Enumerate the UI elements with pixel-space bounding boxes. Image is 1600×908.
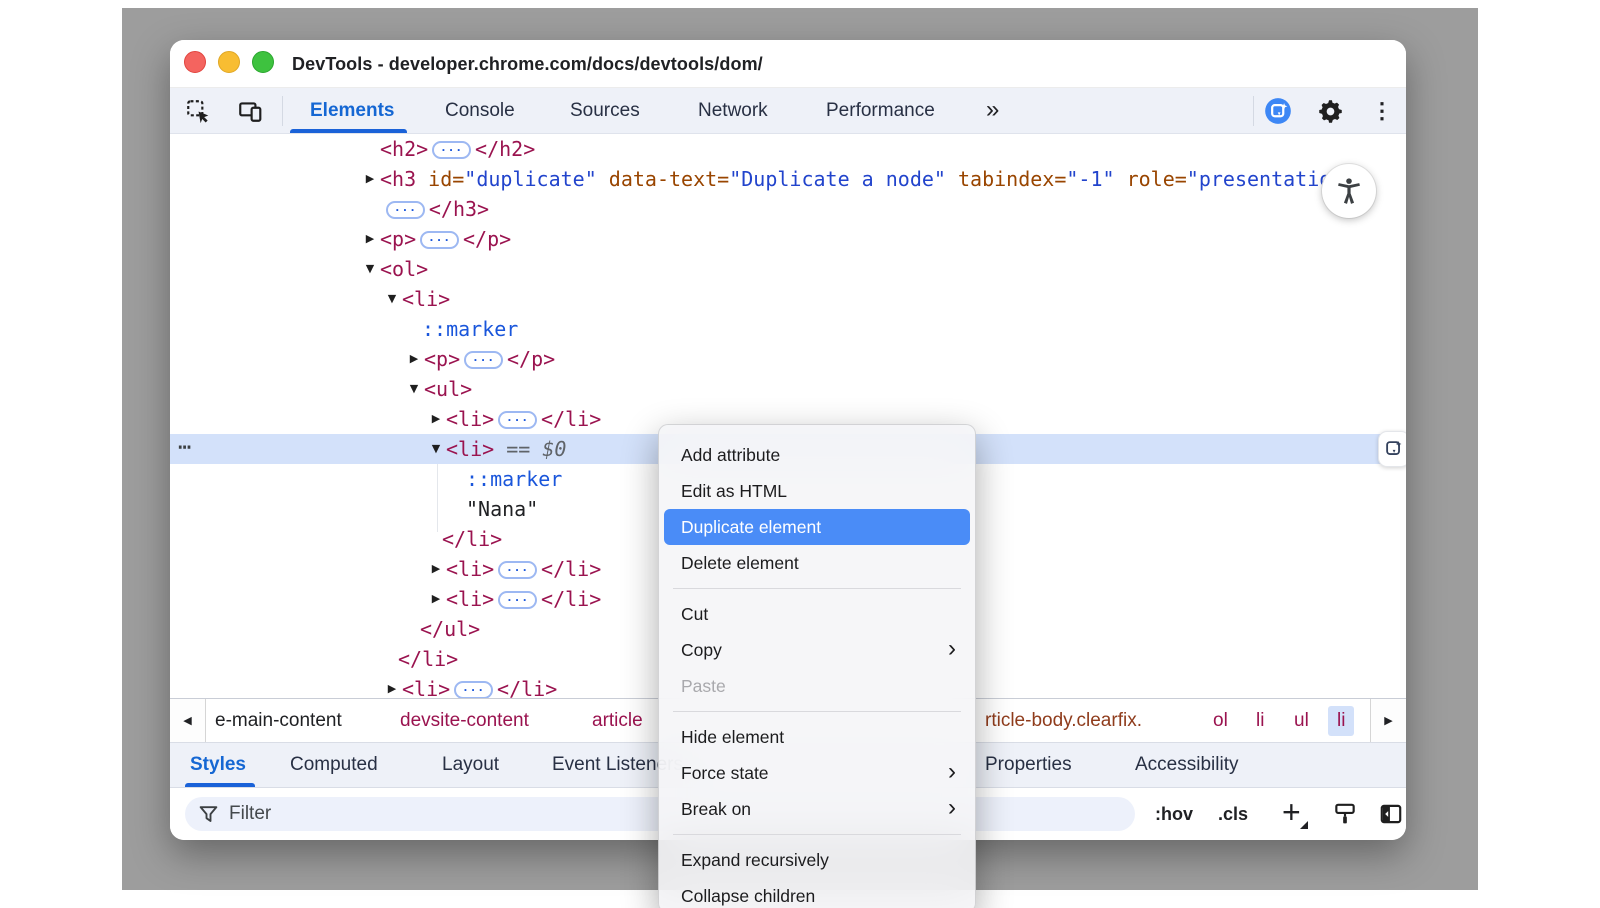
node-menu-dots-icon[interactable]: ⋯ [178,434,192,462]
inline-expand-icon[interactable] [432,141,471,159]
tab-console[interactable]: Console [445,88,515,133]
menu-item-cut[interactable]: Cut [664,596,970,632]
tree-row-clipped[interactable]: <h2></h2> [170,134,1406,164]
ai-node-badge-button[interactable] [1378,431,1406,467]
tree-row-h3[interactable]: <h3 id="duplicate" data-text="Duplicate … [170,164,1406,194]
toolbar-divider-right [1253,96,1254,126]
accessibility-overlay-icon[interactable] [1322,164,1376,218]
crumb-li[interactable]: li [1256,706,1264,736]
tab-styles[interactable]: Styles [190,743,246,787]
inline-expand-icon[interactable] [498,591,537,609]
context-menu: Add attribute Edit as HTML Duplicate ele… [658,424,976,908]
ai-assistance-icon[interactable] [1264,97,1292,125]
inspect-element-icon[interactable] [184,97,212,125]
menu-divider [673,588,961,589]
collapse-arrow-icon[interactable] [361,254,379,284]
toggle-element-classes[interactable]: .cls [1218,788,1248,840]
inline-expand-icon[interactable] [464,351,503,369]
tab-elements[interactable]: Elements [310,88,394,133]
expand-arrow-icon[interactable] [383,674,401,698]
menu-item-edit-as-html[interactable]: Edit as HTML [664,473,970,509]
tree-row-p[interactable]: <p></p> [170,344,1406,374]
rendering-emulation-icon[interactable] [1332,801,1358,832]
menu-item-expand-recursively[interactable]: Expand recursively [664,842,970,878]
tab-accessibility[interactable]: Accessibility [1135,743,1238,787]
inline-expand-icon[interactable] [420,231,459,249]
tab-layout[interactable]: Layout [442,743,499,787]
tree-row-li[interactable]: <li> [170,284,1406,314]
menu-item-break-on[interactable]: Break on [664,791,970,827]
title-bar: DevTools - developer.chrome.com/docs/dev… [170,40,1406,88]
collapse-arrow-icon[interactable] [383,284,401,314]
menu-divider [673,834,961,835]
device-toolbar-icon[interactable] [236,97,264,125]
inline-expand-icon[interactable] [454,681,493,698]
zoom-window-button[interactable] [252,51,274,73]
menu-item-hide-element[interactable]: Hide element [664,719,970,755]
tree-row-ul[interactable]: <ul> [170,374,1406,404]
crumb-main-content[interactable]: e-main-content [215,706,342,736]
close-window-button[interactable] [184,51,206,73]
collapse-arrow-icon[interactable] [427,434,445,464]
active-tab-underline [185,783,255,787]
devtools-toolbar: Elements Console Sources Network Perform… [170,88,1406,134]
tab-performance[interactable]: Performance [826,88,935,133]
crumb-article-body-clearfix[interactable]: rticle-body.clearfix. [985,706,1142,736]
dropdown-corner-icon [1300,821,1308,829]
expand-arrow-icon[interactable] [427,584,445,614]
tab-sources[interactable]: Sources [570,88,640,133]
filter-funnel-icon [198,804,219,830]
minimize-window-button[interactable] [218,51,240,73]
menu-item-duplicate-element[interactable]: Duplicate element [664,509,970,545]
menu-item-add-attribute[interactable]: Add attribute [664,437,970,473]
crumb-li-selected[interactable]: li [1328,706,1354,736]
crumbs-scroll-left-icon[interactable]: ◀ [170,699,206,742]
tab-properties[interactable]: Properties [985,743,1072,787]
crumb-devsite-content[interactable]: devsite-content [400,706,529,736]
active-tab-underline [290,129,407,133]
toggle-sidebar-panel-icon[interactable] [1378,801,1404,832]
expand-arrow-icon[interactable] [427,554,445,584]
inline-expand-icon[interactable] [386,201,425,219]
inline-expand-icon[interactable] [498,561,537,579]
tab-network[interactable]: Network [698,88,768,133]
tree-row-p[interactable]: <p></p> [170,224,1406,254]
collapse-arrow-icon[interactable] [405,374,423,404]
menu-item-force-state[interactable]: Force state [664,755,970,791]
window-title: DevTools - developer.chrome.com/docs/dev… [292,40,763,88]
kebab-menu-icon[interactable]: ⋮ [1368,97,1396,125]
expand-arrow-icon[interactable] [427,404,445,434]
expand-arrow-icon[interactable] [361,224,379,254]
toolbar-divider [282,96,283,126]
tree-row-marker[interactable]: ::marker [170,314,1406,344]
more-tabs-icon[interactable]: » [986,88,997,132]
page: DevTools - developer.chrome.com/docs/dev… [0,0,1600,908]
new-style-rule-button[interactable]: + [1278,788,1310,840]
inline-expand-icon[interactable] [498,411,537,429]
tree-row-ol[interactable]: <ol> [170,254,1406,284]
settings-gear-icon[interactable] [1316,97,1344,125]
menu-item-copy[interactable]: Copy [664,632,970,668]
expand-arrow-icon[interactable] [361,164,379,194]
crumb-ul[interactable]: ul [1294,706,1309,736]
menu-item-delete-element[interactable]: Delete element [664,545,970,581]
crumb-article[interactable]: article [592,706,643,736]
crumbs-scroll-right-icon[interactable]: ▶ [1370,699,1406,742]
menu-item-collapse-children[interactable]: Collapse children [664,878,970,908]
toggle-element-state[interactable]: :hov [1155,788,1193,840]
tab-computed[interactable]: Computed [290,743,378,787]
menu-item-paste[interactable]: Paste [664,668,970,704]
menu-divider [673,711,961,712]
expand-arrow-icon[interactable] [405,344,423,374]
crumb-ol[interactable]: ol [1213,706,1228,736]
tree-row-h3-close[interactable]: </h3> [170,194,1406,224]
